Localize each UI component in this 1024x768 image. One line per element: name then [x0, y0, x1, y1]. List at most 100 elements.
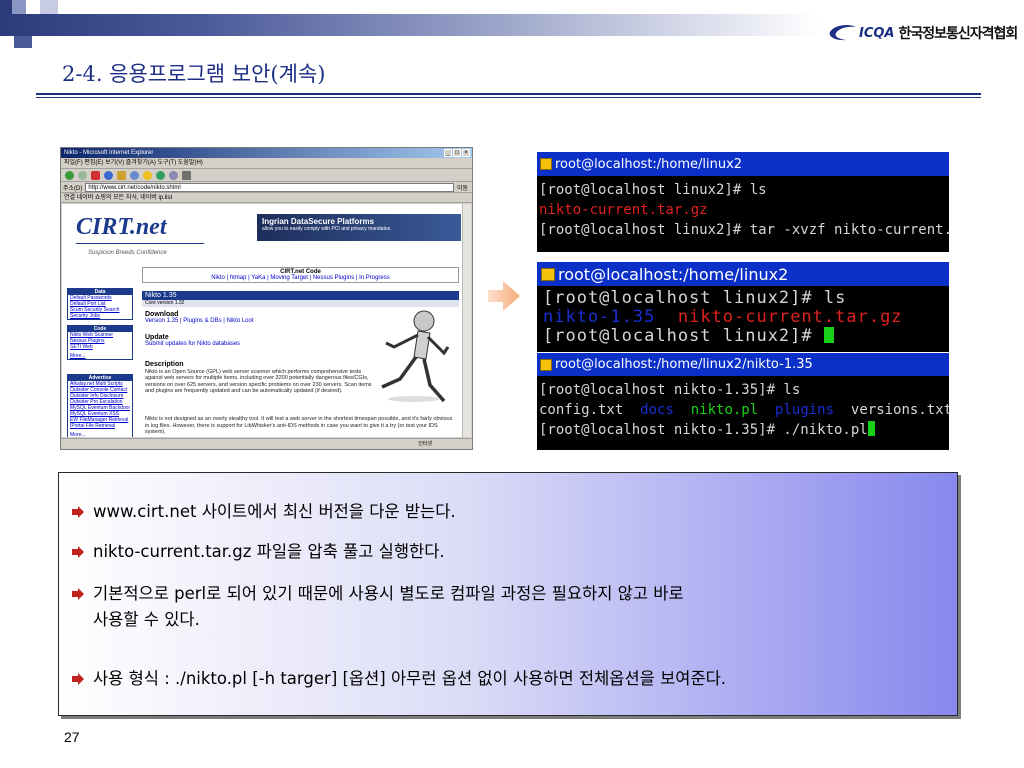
search-icon[interactable] [130, 170, 139, 180]
description-section: Description Nikto is an Open Source (GPL… [145, 361, 375, 395]
code-nav-links[interactable]: Nikto | htmap | YaKa | Moving Target | N… [143, 275, 458, 281]
sidebar-more-link[interactable]: More... [68, 432, 132, 437]
title-underline [36, 93, 981, 95]
ad-banner[interactable]: Ingrian DataSecure Platforms allow you t… [257, 214, 461, 241]
terminal-line: [root@localhost nikto-1.35]# ./nikto.pl [539, 420, 949, 440]
terminal-output: [root@localhost linux2]# ls nikto-current… [537, 176, 949, 240]
terminal-titlebar: root@localhost:/home/linux2/nikto-1.35 [537, 353, 949, 376]
close-icon[interactable]: × [462, 149, 470, 157]
logo-icqa-text: ICQA [859, 25, 895, 41]
cirt-logo[interactable]: CIRT.net [76, 214, 166, 241]
terminal-text: [root@localhost linux2]# ls [543, 288, 847, 308]
logo-underline [76, 243, 204, 244]
download-section: Download Version 1.35 | Plugins & DBs | … [145, 311, 254, 325]
browser-screenshot: Nikto - Microsoft Internet Explorer _ □ … [60, 147, 473, 450]
terminal-title: root@localhost:/home/linux2/nikto-1.35 [555, 357, 813, 372]
terminal-text: nikto-1.35 [543, 307, 656, 327]
browser-statusbar: 인터넷 [61, 438, 472, 449]
bullet-item: nikto-current.tar.gz 파일을 압축 풀고 실행한다. [71, 539, 445, 565]
sidebar-box: Advertise Alkalay.net Multi Scripts Outsid… [67, 374, 133, 437]
page-number: 27 [64, 729, 80, 745]
terminal-line: [root@localhost linux2]# [543, 327, 949, 346]
update-section: Update Submit updates for Nikto database… [145, 334, 240, 348]
corner-square [40, 0, 58, 14]
logo-org-name: 한국정보통신자격협회 [898, 26, 1019, 42]
browser-menubar[interactable]: 파일(F) 편집(E) 보기(V) 즐겨찾기(A) 도구(T) 도움말(H) [61, 158, 472, 169]
links-bar[interactable]: 연결 네이버 쇼핑의 모든 지식, 네이버 ip.list [61, 193, 472, 203]
address-input[interactable]: http://www.cirt.net/code/nikto.shtml [85, 182, 454, 192]
page-title: 2-4. 응용프로그램 보안(계속) [62, 62, 326, 86]
corner-square [26, 0, 40, 14]
corner-square [12, 0, 26, 14]
forward-icon[interactable] [78, 170, 87, 180]
terminal-text: plugins [775, 402, 835, 418]
terminal-window-ls-zoom: root@localhost:/home/linux2 [root@localh… [537, 262, 949, 352]
home-icon[interactable] [117, 170, 126, 180]
terminal-text: [root@localhost nikto-1.35]# ls [539, 382, 801, 398]
browser-window-title: Nikto - Microsoft Internet Explorer [64, 150, 154, 156]
sidebar-link[interactable]: Security Jobs [68, 313, 132, 319]
terminal-titlebar: root@localhost:/home/linux2 [537, 152, 949, 176]
sidebar-link[interactable]: IPortal File Retrieval [68, 423, 132, 429]
title-underline [36, 97, 981, 98]
terminal-icon [540, 358, 552, 371]
bullet-arrow-icon [71, 539, 87, 565]
bullet-arrow-icon [71, 499, 87, 525]
favorites-icon[interactable] [143, 170, 152, 180]
sidebar-link[interactable]: SETI Web [68, 344, 132, 350]
bullet-text: nikto-current.tar.gz 파일을 압축 풀고 실행한다. [93, 542, 445, 561]
code-nav-box: CIRT.net Code Nikto | htmap | YaKa | Mov… [142, 267, 459, 283]
ad-subtitle: allow you to easily comply with PCI and … [262, 226, 392, 232]
browser-scrollbar[interactable] [462, 204, 471, 437]
status-zone: 인터넷 [418, 441, 432, 447]
info-box: www.cirt.net 사이트에서 최신 버전을 다운 받는다. nikto-… [58, 472, 958, 716]
terminal-line: nikto-1.35 nikto-current.tar.gz [543, 308, 949, 327]
bullet-arrow-icon [71, 666, 87, 692]
browser-toolbar [61, 169, 472, 182]
ad-title: Ingrian DataSecure Platforms [262, 217, 375, 226]
terminal-text: versions.txt [834, 402, 949, 418]
maximize-icon[interactable]: □ [453, 149, 461, 157]
icqa-logo: ICQA 한국정보통신자격협회 [828, 20, 1019, 46]
corner-square [0, 36, 14, 48]
terminal-text: docs [640, 402, 674, 418]
terminal-line: [root@localhost linux2]# ls [539, 180, 949, 200]
terminal-line: [root@localhost nikto-1.35]# ls [539, 380, 949, 400]
sidebar-box: Code Nikto Web Scanner Nessus Plugins SETI … [67, 325, 133, 360]
terminal-text: [root@localhost linux2]# [543, 326, 824, 346]
corner-square [14, 36, 32, 48]
window-controls: _ □ × [444, 148, 472, 158]
go-button[interactable]: 이동 [457, 183, 472, 192]
minimize-icon[interactable]: _ [444, 149, 452, 157]
terminal-line: [root@localhost linux2]# tar -xvzf nikto… [539, 220, 949, 240]
back-icon[interactable] [65, 170, 74, 180]
terminal-line: nikto-current.tar.gz [539, 200, 949, 220]
bullet-text: www.cirt.net 사이트에서 최신 버전을 다운 받는다. [93, 502, 456, 521]
nikto-version: Core version 1.32 [142, 300, 459, 307]
download-links[interactable]: Version 1.35 | Plugins & DBs | Nikto Loo… [145, 318, 254, 325]
bullet-text: 기본적으로 perl로 되어 있기 때문에 사용시 별도로 컴파일 과정은 필요… [93, 584, 684, 629]
terminal-icon [541, 267, 555, 281]
stop-icon[interactable] [91, 170, 100, 180]
address-label: 주소(D) [63, 185, 83, 192]
mail-icon[interactable] [169, 170, 178, 180]
update-link[interactable]: Submit updates for Nikto databases [145, 341, 240, 348]
nikto-header: Nikto 1.35 [142, 291, 459, 300]
history-icon[interactable] [156, 170, 165, 180]
robot-illustration-icon [381, 310, 450, 403]
sidebar-box: Data Default Passwords Default Port List Sc… [67, 288, 133, 320]
terminal-window-nikto: root@localhost:/home/linux2/nikto-1.35 [… [537, 353, 949, 450]
sidebar-more-link[interactable]: More... [68, 353, 132, 359]
terminal-text: [root@localhost nikto-1.35]# ./nikto.pl [539, 422, 868, 438]
refresh-icon[interactable] [104, 170, 113, 180]
site-tagline: Suspicion Breeds Confidence [88, 250, 167, 256]
terminal-cursor [867, 421, 875, 436]
terminal-window-ls-tar: root@localhost:/home/linux2 [root@localh… [537, 152, 949, 252]
bullet-item: www.cirt.net 사이트에서 최신 버전을 다운 받는다. [71, 499, 456, 525]
print-icon[interactable] [182, 170, 191, 180]
download-heading: Download [145, 311, 179, 318]
terminal-icon [540, 158, 552, 170]
